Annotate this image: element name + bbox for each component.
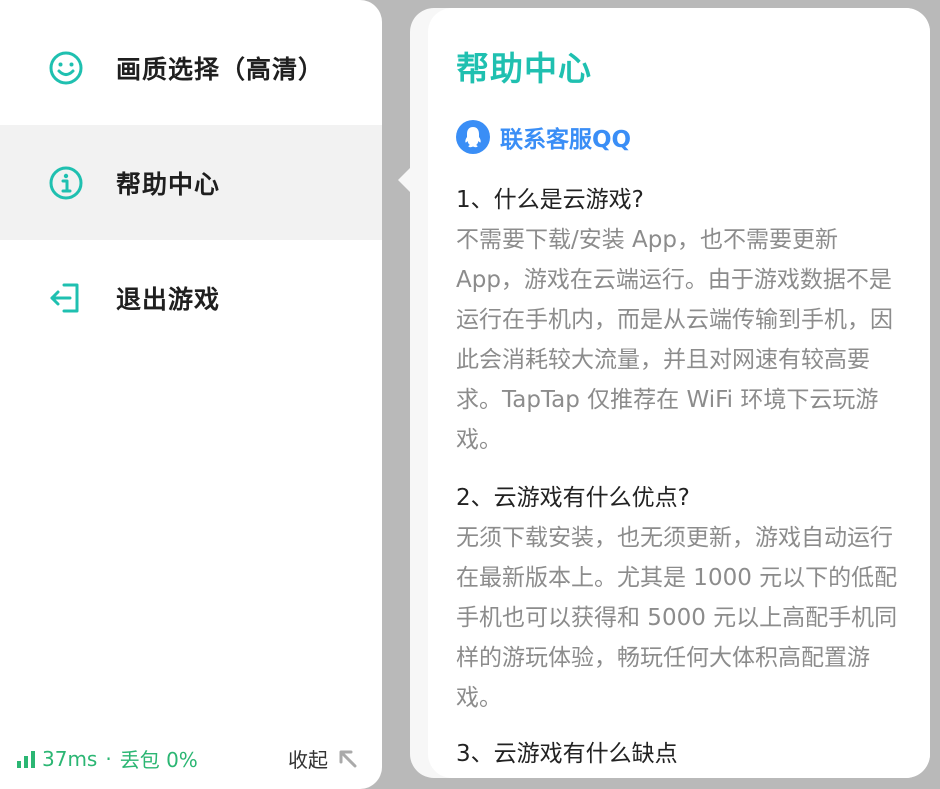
status-separator: · [105,746,112,771]
faq-question: 3、云游戏有什么缺点 [456,741,678,767]
panel-pointer [398,168,410,192]
faq-question: 1、什么是云游戏? [456,187,644,213]
qq-penguin-icon [456,120,490,154]
help-title: 帮助中心 [456,49,592,88]
contact-qq-link[interactable]: 联系客服QQ [456,120,631,154]
faq-answer: 不需要下载/安装 App，也不需要更新 App，游戏在云端运行。由于游戏数据不是… [456,227,893,453]
faq-question: 2、云游戏有什么优点? [456,485,690,511]
network-status: 37ms · 丢包 0% [16,744,198,773]
faq-item: 3、云游戏有什么缺点 [456,734,908,774]
faq-answer: 无须下载安装，也无须更新，游戏自动运行在最新版本上。尤其是 1000 元以下的低… [456,525,898,711]
collapse-button[interactable]: 收起 [288,744,358,773]
game-menu-panel: 画质选择（高清） 帮助中心 退出游戏 37ms · 丢包 0% 收起 [0,0,382,789]
contact-qq-label: 联系客服QQ [500,127,632,153]
menu-item-label: 退出游戏 [116,284,221,314]
collapse-label: 收起 [288,748,328,772]
faq-item: 1、什么是云游戏? 不需要下载/安装 App，也不需要更新 App，游戏在云端运… [456,180,908,460]
menu-item-exit-game[interactable]: 退出游戏 [0,240,382,355]
info-icon [49,166,83,199]
signal-strength-icon [17,750,35,768]
help-content-card[interactable]: 帮助中心 联系客服QQ 1、什么是云游戏? 不需要下载/安装 App，也不需要更… [428,8,930,778]
faq-item: 2、云游戏有什么优点? 无须下载安装，也无须更新，游戏自动运行在最新版本上。尤其… [456,478,908,718]
smiley-face-icon [49,51,83,84]
menu-item-label: 帮助中心 [116,169,221,199]
menu-item-label: 画质选择（高清） [116,54,325,84]
help-center-panel: 帮助中心 联系客服QQ 1、什么是云游戏? 不需要下载/安装 App，也不需要更… [398,8,930,778]
menu-item-quality[interactable]: 画质选择（高清） [0,10,382,125]
packet-loss-value: 丢包 0% [119,748,198,772]
arrow-up-left-icon [339,750,357,767]
latency-value: 37ms [42,746,98,771]
exit-icon [50,283,79,312]
menu-item-help-center[interactable]: 帮助中心 [0,125,382,240]
